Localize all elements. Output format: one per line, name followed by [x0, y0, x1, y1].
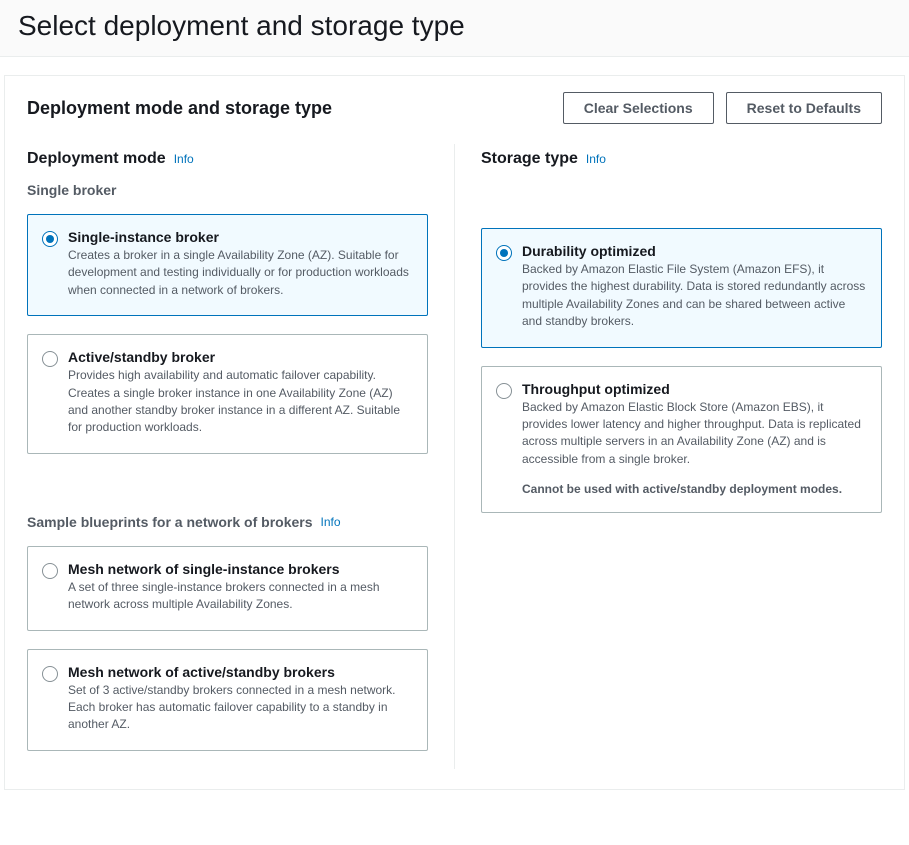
panel-body: Deployment mode Info Single broker Singl… — [5, 144, 904, 769]
blueprints-subheading: Sample blueprints for a network of broke… — [27, 514, 428, 530]
tile-title: Throughput optimized — [522, 381, 867, 397]
blueprint-option-mesh-single[interactable]: Mesh network of single-instance brokers … — [27, 546, 428, 631]
storage-heading-label: Storage type — [481, 150, 578, 168]
radio-icon — [496, 383, 512, 399]
panel-header: Deployment mode and storage type Clear S… — [5, 76, 904, 144]
tile-body: Mesh network of active/standby brokers S… — [68, 664, 413, 734]
main-panel: Deployment mode and storage type Clear S… — [4, 75, 905, 790]
tile-body: Active/standby broker Provides high avai… — [68, 349, 413, 437]
storage-option-durability[interactable]: Durability optimized Backed by Amazon El… — [481, 228, 882, 348]
page-title: Select deployment and storage type — [18, 10, 891, 42]
tile-title: Durability optimized — [522, 243, 867, 259]
reset-to-defaults-button[interactable]: Reset to Defaults — [726, 92, 882, 124]
radio-icon — [42, 666, 58, 682]
tile-desc: Provides high availability and automatic… — [68, 367, 413, 437]
storage-heading: Storage type Info — [481, 150, 882, 168]
radio-icon — [42, 351, 58, 367]
tile-body: Throughput optimized Backed by Amazon El… — [522, 381, 867, 497]
single-broker-subheading: Single broker — [27, 182, 428, 198]
deployment-column: Deployment mode Info Single broker Singl… — [27, 144, 454, 769]
tile-title: Single-instance broker — [68, 229, 413, 245]
deployment-heading: Deployment mode Info — [27, 150, 428, 168]
deployment-option-active-standby[interactable]: Active/standby broker Provides high avai… — [27, 334, 428, 454]
tile-body: Single-instance broker Creates a broker … — [68, 229, 413, 299]
blueprints-heading-label: Sample blueprints for a network of broke… — [27, 514, 313, 530]
storage-option-throughput[interactable]: Throughput optimized Backed by Amazon El… — [481, 366, 882, 514]
deployment-info-link[interactable]: Info — [174, 152, 194, 166]
tile-title: Active/standby broker — [68, 349, 413, 365]
tile-note: Cannot be used with active/standby deplo… — [522, 482, 867, 496]
page-header: Select deployment and storage type — [0, 0, 909, 57]
blueprints-info-link[interactable]: Info — [321, 515, 341, 529]
tile-title: Mesh network of active/standby brokers — [68, 664, 413, 680]
storage-column: Storage type Info Durability optimized B… — [454, 144, 882, 769]
panel-actions: Clear Selections Reset to Defaults — [563, 92, 882, 124]
tile-body: Mesh network of single-instance brokers … — [68, 561, 413, 614]
tile-desc: Backed by Amazon Elastic Block Store (Am… — [522, 399, 867, 469]
tile-desc: Backed by Amazon Elastic File System (Am… — [522, 261, 867, 331]
tile-body: Durability optimized Backed by Amazon El… — [522, 243, 867, 331]
storage-info-link[interactable]: Info — [586, 152, 606, 166]
radio-icon — [42, 231, 58, 247]
panel-title: Deployment mode and storage type — [27, 98, 332, 119]
blueprint-option-mesh-active-standby[interactable]: Mesh network of active/standby brokers S… — [27, 649, 428, 751]
tile-desc: A set of three single-instance brokers c… — [68, 579, 413, 614]
deployment-heading-label: Deployment mode — [27, 150, 166, 168]
radio-icon — [42, 563, 58, 579]
tile-desc: Creates a broker in a single Availabilit… — [68, 247, 413, 299]
radio-icon — [496, 245, 512, 261]
tile-desc: Set of 3 active/standby brokers connecte… — [68, 682, 413, 734]
clear-selections-button[interactable]: Clear Selections — [563, 92, 714, 124]
tile-title: Mesh network of single-instance brokers — [68, 561, 413, 577]
deployment-option-single-instance[interactable]: Single-instance broker Creates a broker … — [27, 214, 428, 316]
